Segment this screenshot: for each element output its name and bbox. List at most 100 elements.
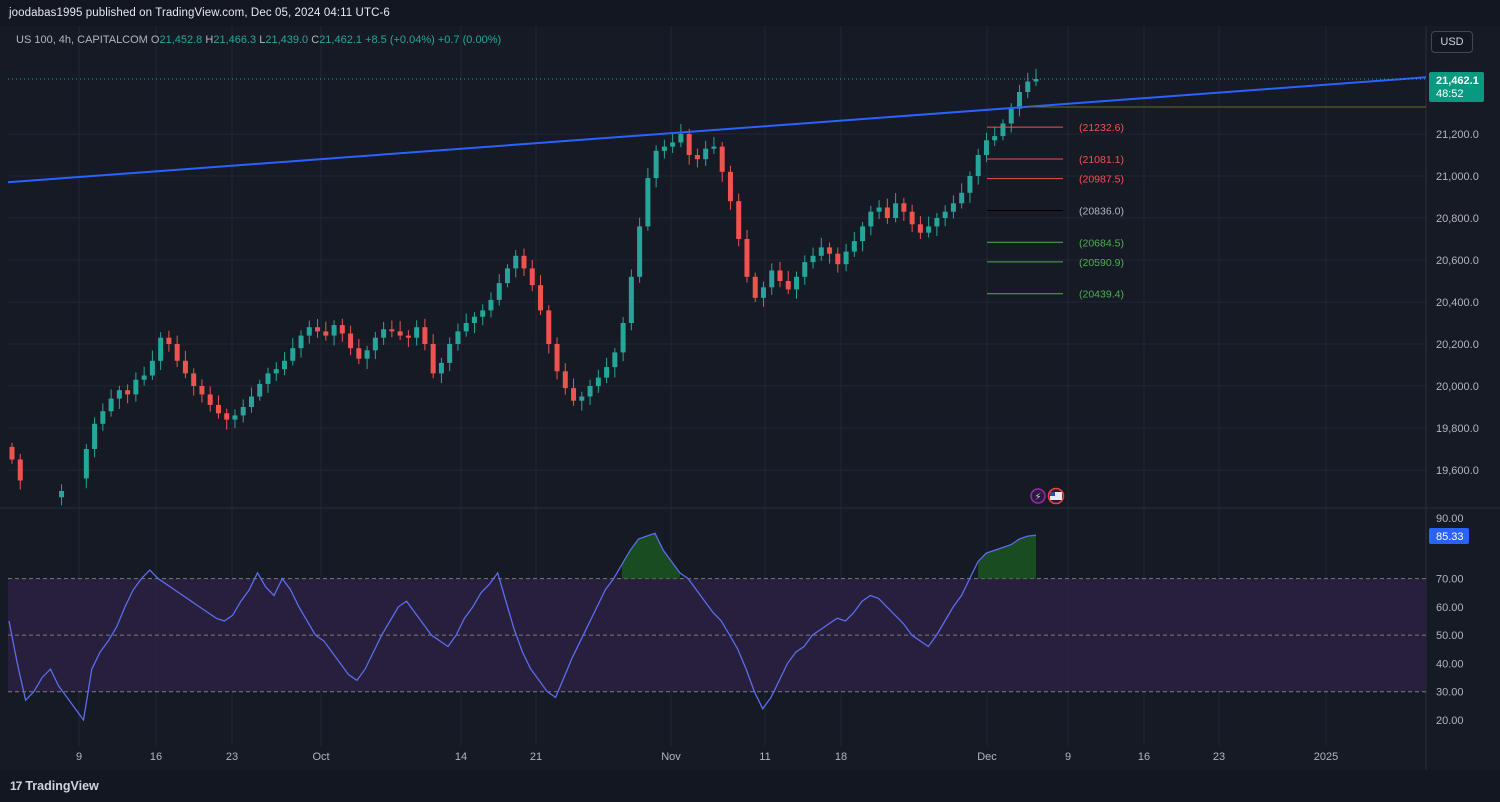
candle-body [959,192,965,204]
candle-body [149,360,155,376]
time-tick-label: 9 [76,751,82,763]
candle-body [496,283,502,300]
time-tick-label: 21 [530,751,542,763]
candle-body [769,270,775,288]
candle-body [158,337,164,361]
candle-body [719,146,725,172]
candle-body [587,386,593,397]
candle-body [967,176,973,193]
currency-button[interactable]: USD [1431,31,1473,53]
time-tick-label: 14 [455,751,467,763]
candle-body [248,396,254,407]
candle-body [802,262,808,277]
candle-body [884,207,890,218]
candle-body [422,327,428,344]
candle-body [760,287,766,298]
candle-body [604,367,610,378]
level-label: (20836.0) [1079,205,1124,217]
candle-body [133,379,139,395]
time-tick-label: 18 [835,751,847,763]
high-value: 21,466.3 [213,34,257,46]
price-tick-label: 20,200.0 [1436,339,1479,351]
candle-body [917,224,923,233]
candle-body [1025,81,1031,92]
level-label: (20439.4) [1079,289,1124,301]
time-tick-label: 11 [759,751,770,763]
candle-body [860,226,866,242]
candle-body [306,327,312,336]
candle-body [174,344,180,361]
candle-body [628,276,634,323]
candle-body [438,362,444,374]
candle-body [315,327,321,332]
change-value-2: +0.7 (0.00%) [437,34,502,46]
price-tick-label: 20,600.0 [1436,255,1479,267]
price-tick-label: 20,800.0 [1436,213,1479,225]
level-label: (21232.6) [1079,122,1124,134]
candle-body [405,335,411,338]
tradingview-logo-icon: 17 [10,779,22,793]
candle-body [992,136,998,141]
candle-body [331,325,337,336]
publisher-text: joodabas1995 published on TradingView.co… [9,7,390,19]
level-label: (20590.9) [1079,257,1124,269]
candle-body [810,255,816,263]
chart-canvas[interactable]: (21232.6) (21081.1) (20987.5) (20836.0) (206… [0,26,1500,770]
candle-body [670,142,676,147]
candle-body [818,247,824,256]
candle-body [934,218,940,227]
candle-body [100,411,106,424]
candle-body [199,386,205,395]
candle-body [777,270,783,281]
candle-body [661,146,667,151]
candle-body [653,150,659,179]
tradingview-logo-text: TradingView [25,779,99,793]
candle-body [488,299,494,311]
candle-body [447,344,453,363]
tradingview-logo[interactable]: 17 TradingView [10,779,99,793]
candle-body [182,360,188,374]
low-value: 21,439.0 [265,34,309,46]
candle-body [504,268,510,284]
candle-body [595,377,601,386]
candle-body [950,203,956,212]
candle-body [59,491,65,498]
price-tick-label: 20,400.0 [1436,297,1479,309]
symbol-legend: US 100, 4h, CAPITALCOM O21,452.8 H21,466… [16,34,501,46]
price-tick-label: 21,000.0 [1436,171,1479,183]
candle-body [257,383,263,397]
rsi-tick-label: 90.00 [1436,513,1464,525]
candle-body [397,331,403,336]
candle-body [389,329,395,332]
candle-body [794,276,800,290]
candle-body [579,396,585,401]
candle-body [529,268,535,286]
candle-body [92,423,98,449]
candle-body [612,352,618,368]
candle-body [83,449,89,479]
candle-body [901,203,907,212]
candle-body [694,155,700,160]
candle-body [835,253,841,265]
time-tick-label: 2025 [1314,751,1338,763]
candle-body [265,373,271,384]
lightning-icon-glyph: ⚡ [1035,492,1042,503]
candle-body [414,327,420,338]
candle-body [843,251,849,265]
time-tick-label: 16 [150,751,162,763]
candle-body [480,310,486,317]
candle-body [298,335,304,349]
candle-body [637,226,643,277]
candle-body [521,255,527,269]
close-value: 21,462.1 [319,34,363,46]
candle-body [703,148,709,160]
rsi-tick-label: 50.00 [1436,630,1464,642]
candle-body [513,255,519,269]
candle-body [240,407,246,416]
rsi-tick-label: 40.00 [1436,658,1464,670]
candle-body [430,344,436,374]
candle-body [711,146,717,149]
candle-body [191,373,197,386]
time-tick-label: Dec [977,751,997,763]
symbol-name: US 100, 4h, CAPITALCOM [16,34,148,46]
